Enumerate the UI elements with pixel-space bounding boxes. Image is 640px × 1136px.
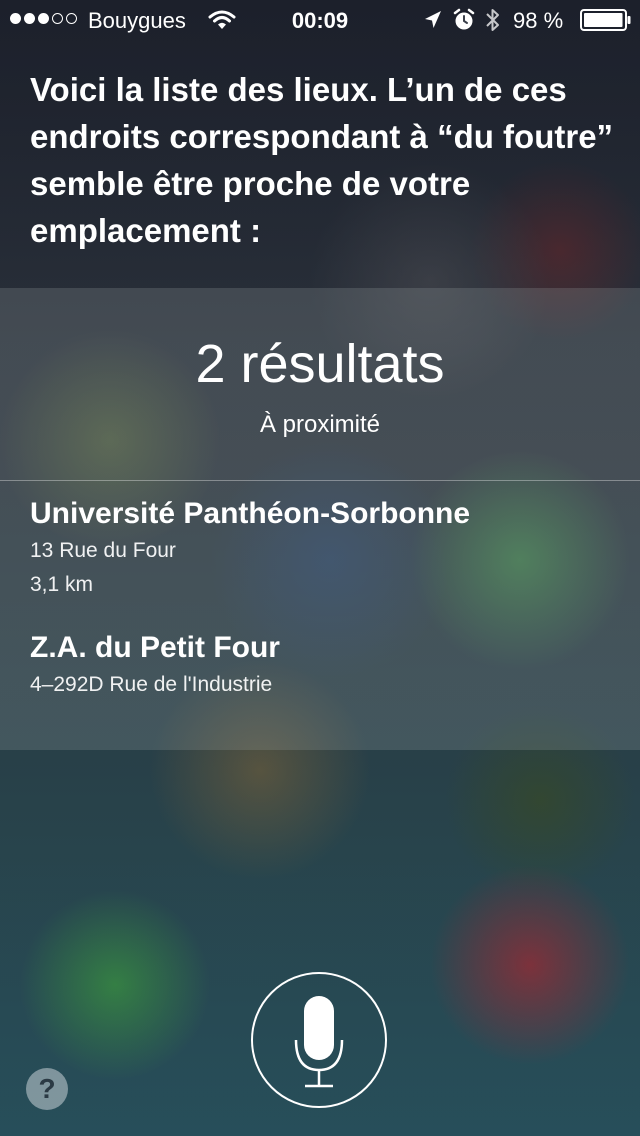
result-address: 4–292D Rue de l'Industrie xyxy=(30,673,273,696)
status-bar: Bouygues 00:09 98 % xyxy=(0,0,640,40)
help-button[interactable]: ? xyxy=(26,1068,68,1110)
result-item[interactable]: Z.A. du Petit Four 4–292D Rue de l'Indus… xyxy=(30,628,620,702)
results-subtitle: À proximité xyxy=(259,411,381,438)
battery-icon xyxy=(580,9,632,37)
bluetooth-icon xyxy=(484,7,502,39)
alarm-icon xyxy=(452,8,476,38)
result-distance: 3,1 km xyxy=(30,573,94,596)
location-arrow-icon xyxy=(423,9,443,37)
battery-percentage: 98 % xyxy=(513,8,564,33)
siri-response-text: Voici la liste des lieux. L’un de ces en… xyxy=(30,71,614,249)
result-item[interactable]: Université Panthéon-Sorbonne 13 Rue du F… xyxy=(30,494,620,602)
microphone-button[interactable] xyxy=(251,972,387,1108)
result-name: Université Panthéon-Sorbonne xyxy=(30,497,471,530)
result-address: 13 Rue du Four xyxy=(30,539,176,562)
result-name: Z.A. du Petit Four xyxy=(30,631,280,664)
microphone-icon xyxy=(294,996,344,1088)
results-panel: 2 résultats À proximité Université Panth… xyxy=(0,288,640,750)
results-count-title: 2 résultats xyxy=(195,334,445,394)
divider xyxy=(0,480,640,481)
